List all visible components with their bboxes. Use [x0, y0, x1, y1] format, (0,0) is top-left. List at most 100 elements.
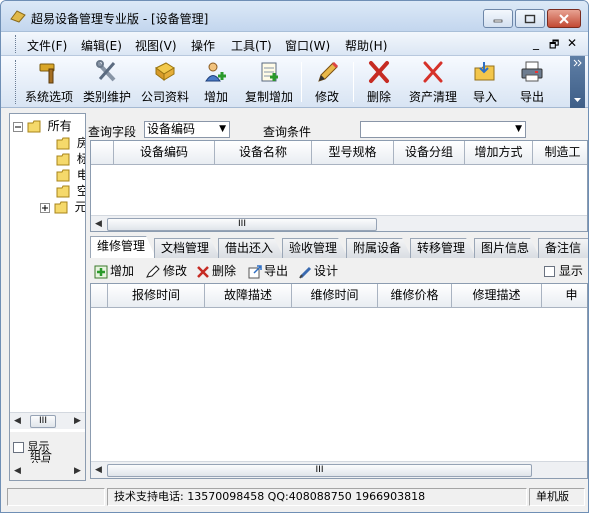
category-tree: 所有 房 标 电 空 元: [10, 114, 85, 412]
tree-node[interactable]: 电: [56, 166, 85, 182]
toolbar-grip[interactable]: [15, 60, 18, 104]
query-condition-label: 查询条件: [263, 125, 312, 139]
repair-add-button[interactable]: 增加: [94, 262, 134, 279]
query-field-label: 查询字段: [88, 125, 137, 139]
tab-accessories[interactable]: 附属设备: [346, 238, 412, 258]
scroll-thumb[interactable]: III: [30, 415, 56, 428]
column-header[interactable]: 修理描述: [452, 284, 542, 308]
collapse-icon[interactable]: [13, 121, 23, 132]
menu-window[interactable]: 窗口(W): [285, 37, 330, 54]
menu-tools[interactable]: 工具(T): [231, 37, 272, 54]
maximize-button[interactable]: [515, 9, 545, 28]
repair-design-button[interactable]: 设计: [298, 262, 338, 279]
toolbar-overflow-button[interactable]: [570, 56, 585, 108]
tree-node[interactable]: 房: [56, 134, 85, 150]
copy-add-button[interactable]: 复制增加: [241, 60, 297, 106]
toolbar-label: 资产清理: [408, 90, 457, 104]
query-condition-select[interactable]: ▼: [360, 121, 526, 138]
menu-edit[interactable]: 编辑(E): [81, 37, 122, 54]
menu-help[interactable]: 帮助(H): [345, 37, 387, 54]
legend-scrollbar[interactable]: ◀ ▶: [10, 463, 85, 480]
tools-icon: [96, 60, 116, 82]
column-header[interactable]: 申: [542, 284, 587, 308]
category-maintenance-button[interactable]: 类别维护: [79, 60, 135, 106]
delete-button[interactable]: 删除: [359, 60, 399, 106]
column-header[interactable]: 制造工: [533, 141, 587, 165]
asset-clear-button[interactable]: 资产清理: [405, 60, 461, 106]
show-toggle[interactable]: 显示: [544, 262, 583, 279]
repair-edit-button[interactable]: 修改: [145, 262, 187, 279]
minimize-button[interactable]: [483, 9, 513, 28]
tree-root[interactable]: 所有: [13, 117, 72, 133]
toolbar-label: 系统选项: [24, 90, 73, 104]
menu-file[interactable]: 文件(F): [27, 37, 67, 54]
mdi-close-button[interactable]: ✕: [567, 36, 577, 50]
repair-grid-scrollbar[interactable]: ◀ III: [91, 461, 587, 478]
repair-export-button[interactable]: 导出: [248, 262, 288, 279]
scroll-left-arrow[interactable]: ◀: [95, 219, 102, 229]
column-header[interactable]: 设备编码: [114, 141, 215, 165]
toolbar-label: 修改: [314, 90, 339, 104]
scroll-thumb[interactable]: III: [107, 218, 377, 231]
column-header[interactable]: 故障描述: [205, 284, 292, 308]
company-info-button[interactable]: 公司资料: [138, 60, 192, 106]
equipment-grid-scrollbar[interactable]: ◀ III: [91, 215, 587, 231]
tab-transfer[interactable]: 转移管理: [410, 238, 476, 258]
import-button[interactable]: 导入: [467, 60, 503, 106]
tab-repair[interactable]: 维修管理: [90, 236, 156, 258]
column-header[interactable]: 维修时间: [292, 284, 378, 308]
repair-grid[interactable]: 报修时间 故障描述 维修时间 维修价格 修理描述 申 ◀ III: [90, 283, 588, 479]
title-bar[interactable]: 超易设备管理专业版 - [设备管理]: [1, 1, 588, 32]
column-header[interactable]: 设备分组: [394, 141, 465, 165]
system-options-button[interactable]: 系统选项: [21, 60, 77, 106]
column-header[interactable]: 增加方式: [465, 141, 533, 165]
toolbar-label: 增加: [203, 90, 228, 104]
close-button[interactable]: [547, 9, 581, 28]
maximize-icon: [524, 14, 536, 23]
menu-view[interactable]: 视图(V): [135, 37, 177, 54]
query-bar: 查询字段 设备编码 ▼ 查询条件 ▼: [88, 119, 588, 141]
legend-checkbox[interactable]: [13, 441, 24, 453]
scroll-right-arrow[interactable]: ▶: [74, 416, 81, 426]
scroll-thumb[interactable]: III: [107, 464, 532, 477]
column-header[interactable]: 设备名称: [215, 141, 312, 165]
scroll-left-arrow[interactable]: ◀: [95, 465, 102, 475]
show-checkbox[interactable]: [544, 266, 555, 277]
scroll-left-arrow[interactable]: ◀: [14, 466, 21, 476]
tab-loan-return[interactable]: 借出还入: [218, 238, 284, 258]
tree-node[interactable]: 标: [56, 150, 85, 166]
add-button[interactable]: 增加: [197, 60, 235, 106]
tree-node[interactable]: 空: [56, 182, 85, 198]
tab-acceptance[interactable]: 验收管理: [282, 238, 348, 258]
tab-documents[interactable]: 文档管理: [154, 238, 220, 258]
scroll-left-arrow[interactable]: ◀: [14, 416, 21, 426]
export-button[interactable]: 导出: [513, 60, 551, 106]
equipment-grid[interactable]: 设备编码 设备名称 型号规格 设备分组 增加方式 制造工 ◀ III: [90, 140, 588, 232]
tree-node[interactable]: 元: [40, 198, 85, 214]
copy-add-icon: [261, 62, 278, 82]
mdi-minimize-button[interactable]: _: [533, 36, 539, 50]
hammer-icon: [39, 63, 55, 84]
folder-icon: [54, 201, 68, 214]
toolbar: 系统选项 类别维护 公司资料 增加 复制增加 修改 删除 资产清理 导入 导出: [1, 56, 588, 108]
repair-edit-label: 修改: [163, 264, 188, 278]
menu-grip[interactable]: [15, 35, 18, 53]
edit-button[interactable]: 修改: [307, 60, 347, 106]
tree-node-label: 标: [77, 152, 85, 166]
repair-delete-button[interactable]: 删除: [196, 262, 236, 279]
menu-operate[interactable]: 操作: [191, 37, 215, 54]
tab-pictures[interactable]: 图片信息: [474, 238, 540, 258]
detail-tabs: 维修管理 文档管理 借出还入 验收管理 附属设备 转移管理 图片信息 备注信: [90, 236, 588, 258]
tab-notes[interactable]: 备注信: [538, 238, 588, 258]
tree-horizontal-scrollbar[interactable]: ◀ III ▶: [10, 412, 85, 429]
pencil-icon: [318, 61, 339, 82]
column-header[interactable]: 型号规格: [312, 141, 394, 165]
company-icon: [155, 62, 175, 81]
mdi-restore-button[interactable]: 🗗: [549, 36, 559, 55]
scroll-right-arrow[interactable]: ▶: [74, 466, 81, 476]
column-header[interactable]: 维修价格: [378, 284, 452, 308]
query-field-select[interactable]: 设备编码 ▼: [144, 121, 230, 138]
repair-toolbar: 增加 修改 删除 导出 设计 显示: [90, 258, 588, 282]
column-header[interactable]: 报修时间: [108, 284, 205, 308]
expand-icon[interactable]: [40, 202, 50, 213]
